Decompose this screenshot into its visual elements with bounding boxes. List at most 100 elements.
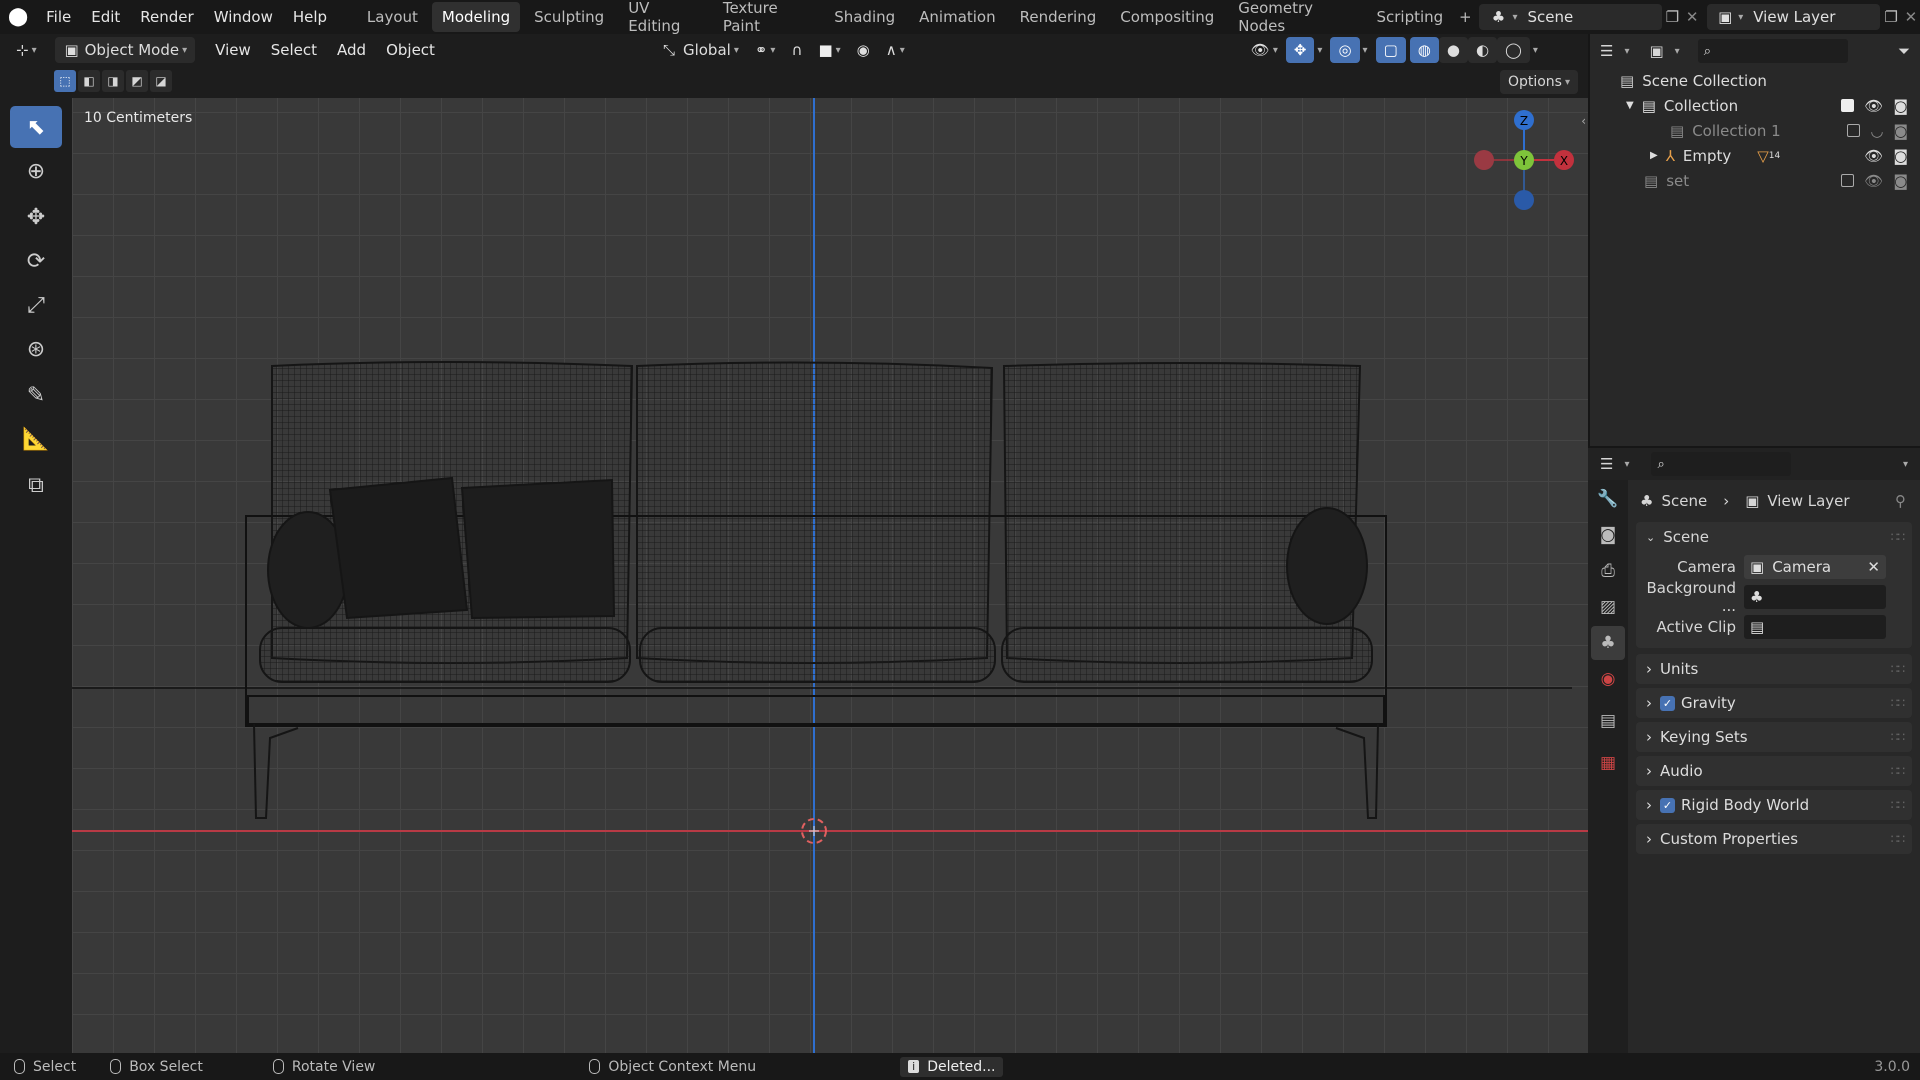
shading-wireframe-button[interactable]: ◍ bbox=[1409, 37, 1439, 63]
new-view-layer-icon[interactable]: ❐ bbox=[1880, 9, 1902, 25]
tab-view-layer[interactable]: ▨ bbox=[1591, 590, 1625, 624]
select-subtract-icon[interactable]: ◨ bbox=[102, 70, 124, 92]
outliner-row-empty[interactable]: ▶ ⅄ Empty ▽ 14 👁 ◙ bbox=[1590, 143, 1920, 168]
tab-scene[interactable]: ♣ bbox=[1591, 626, 1625, 660]
camera-icon[interactable]: ◙ bbox=[1893, 172, 1908, 190]
tab-rendering[interactable]: Rendering bbox=[1010, 2, 1107, 32]
background-scene-field[interactable]: ♣ bbox=[1744, 585, 1886, 609]
select-new-icon[interactable]: ⬚ bbox=[54, 70, 76, 92]
snap-target-button[interactable]: ■ ▾ bbox=[810, 37, 848, 63]
gravity-panel[interactable]: › ✓ Gravity ∷∷ bbox=[1636, 688, 1912, 718]
collapse-sidebar-icon[interactable]: ‹ bbox=[1581, 114, 1586, 128]
eye-closed-icon[interactable]: ◡ bbox=[1870, 122, 1883, 140]
tab-tool[interactable]: 🔧 bbox=[1591, 482, 1625, 516]
select-box-tool[interactable]: ⬉ bbox=[10, 106, 62, 148]
tab-shading[interactable]: Shading bbox=[824, 2, 905, 32]
add-workspace-icon[interactable]: + bbox=[1457, 9, 1473, 25]
tab-render[interactable]: ◙ bbox=[1591, 518, 1625, 552]
tab-compositing[interactable]: Compositing bbox=[1110, 2, 1224, 32]
select-intersect-icon[interactable]: ◪ bbox=[150, 70, 172, 92]
options-button[interactable]: Options ▾ bbox=[1499, 70, 1578, 94]
editor-type-icon[interactable]: ☰ bbox=[1600, 456, 1613, 472]
exclude-checkbox[interactable] bbox=[1841, 174, 1855, 187]
tab-world[interactable]: ◉ bbox=[1591, 662, 1625, 696]
shading-solid-button[interactable]: ● bbox=[1438, 37, 1468, 63]
3d-viewport[interactable]: 10 Centimeters Options ▾ Z X Y ‹ bbox=[72, 70, 1588, 1053]
select-invert-icon[interactable]: ◩ bbox=[126, 70, 148, 92]
tab-layout[interactable]: Layout bbox=[357, 2, 428, 32]
menu-render[interactable]: Render bbox=[130, 8, 203, 26]
expand-arrow-icon[interactable]: ▶ bbox=[1650, 150, 1658, 161]
drag-handle-icon[interactable]: ∷∷ bbox=[1891, 798, 1905, 812]
display-mode-icon[interactable]: ▣ bbox=[1649, 43, 1663, 59]
proportional-edit-toggle[interactable]: ◉ bbox=[849, 37, 878, 63]
audio-panel[interactable]: › Audio ∷∷ bbox=[1636, 756, 1912, 786]
blender-logo-icon[interactable]: ⬤ bbox=[0, 8, 36, 26]
exclude-checkbox[interactable] bbox=[1847, 124, 1861, 137]
editor-type-icon[interactable]: ☰ bbox=[1600, 43, 1613, 59]
tab-animation[interactable]: Animation bbox=[909, 2, 1005, 32]
menu-help[interactable]: Help bbox=[283, 8, 337, 26]
scene-panel-header[interactable]: ⌄ Scene ∷∷ bbox=[1636, 522, 1912, 552]
overlays-toggle[interactable]: ◎ bbox=[1330, 37, 1360, 63]
annotate-tool[interactable]: ✎ bbox=[10, 374, 62, 416]
menu-file[interactable]: File bbox=[36, 8, 81, 26]
snap-toggle[interactable]: ∩ bbox=[783, 37, 810, 63]
menu-view[interactable]: View bbox=[205, 41, 261, 59]
shading-material-button[interactable]: ◐ bbox=[1467, 37, 1498, 63]
drag-handle-icon[interactable]: ∷∷ bbox=[1891, 530, 1905, 544]
eye-icon[interactable]: 👁 bbox=[1864, 147, 1883, 165]
properties-search-input[interactable]: ⌕ bbox=[1651, 452, 1792, 476]
move-tool[interactable]: ✥ bbox=[10, 196, 62, 238]
eye-icon[interactable]: 👁 bbox=[1864, 97, 1883, 115]
editor-type-button[interactable]: ⊹ ▾ bbox=[8, 37, 45, 63]
filter-icon[interactable]: ⏷ bbox=[1898, 43, 1910, 59]
menu-window[interactable]: Window bbox=[204, 8, 283, 26]
clear-icon[interactable]: ✕ bbox=[1867, 558, 1880, 576]
overlays-menu-icon[interactable]: ▾ bbox=[1363, 45, 1368, 56]
menu-edit[interactable]: Edit bbox=[81, 8, 130, 26]
custom-properties-panel[interactable]: › Custom Properties ∷∷ bbox=[1636, 824, 1912, 854]
cursor-tool[interactable]: ⊕ bbox=[10, 150, 62, 192]
drag-handle-icon[interactable]: ∷∷ bbox=[1891, 832, 1905, 846]
rotate-tool[interactable]: ⟳ bbox=[10, 240, 62, 282]
pin-icon[interactable]: ⚲ bbox=[1895, 492, 1906, 510]
pivot-point-button[interactable]: ⚭ ▾ bbox=[747, 37, 784, 63]
menu-select[interactable]: Select bbox=[261, 41, 327, 59]
camera-icon[interactable]: ◙ bbox=[1893, 147, 1908, 165]
add-cube-tool[interactable]: ⧉ bbox=[10, 464, 62, 506]
outliner-row-scene-collection[interactable]: ▤ Scene Collection bbox=[1590, 68, 1920, 93]
outliner-row-collection[interactable]: ▼ ▤ Collection 👁 ◙ bbox=[1590, 93, 1920, 118]
shading-rendered-button[interactable]: ◯ bbox=[1497, 37, 1530, 63]
delete-scene-icon[interactable]: ✕ bbox=[1683, 9, 1701, 25]
keying-sets-panel[interactable]: › Keying Sets ∷∷ bbox=[1636, 722, 1912, 752]
shading-menu-icon[interactable]: ▾ bbox=[1533, 45, 1538, 56]
measure-tool[interactable]: 📐 bbox=[10, 418, 62, 460]
units-panel[interactable]: › Units ∷∷ bbox=[1636, 654, 1912, 684]
outliner-row-set[interactable]: ▤ set 👁 ◙ bbox=[1590, 168, 1920, 193]
tab-output[interactable]: ⎙ bbox=[1591, 554, 1625, 588]
exclude-checkbox[interactable] bbox=[1841, 99, 1855, 112]
drag-handle-icon[interactable]: ∷∷ bbox=[1891, 696, 1905, 710]
scene-selector[interactable]: ♣ ▾ Scene bbox=[1479, 4, 1662, 30]
xray-toggle[interactable]: ▢ bbox=[1375, 37, 1406, 63]
tab-modeling[interactable]: Modeling bbox=[431, 2, 521, 32]
tab-sculpting[interactable]: Sculpting bbox=[524, 2, 614, 32]
drag-handle-icon[interactable]: ∷∷ bbox=[1891, 662, 1905, 676]
falloff-button[interactable]: ∧ ▾ bbox=[878, 37, 913, 63]
camera-field[interactable]: ▣ Camera ✕ bbox=[1744, 555, 1886, 579]
eye-icon[interactable]: 👁 bbox=[1864, 172, 1883, 190]
tab-texture[interactable]: ▦ bbox=[1591, 746, 1625, 780]
drag-handle-icon[interactable]: ∷∷ bbox=[1891, 730, 1905, 744]
gravity-checkbox[interactable]: ✓ bbox=[1660, 695, 1675, 711]
report-message[interactable]: i Deleted... bbox=[900, 1056, 1004, 1077]
camera-icon[interactable]: ◙ bbox=[1893, 122, 1908, 140]
menu-add[interactable]: Add bbox=[327, 41, 376, 59]
visibility-button[interactable]: 👁 ▾ bbox=[1243, 37, 1286, 63]
drag-handle-icon[interactable]: ∷∷ bbox=[1891, 764, 1905, 778]
new-scene-icon[interactable]: ❐ bbox=[1662, 9, 1684, 25]
options-dropdown-icon[interactable]: ▾ bbox=[1903, 459, 1908, 470]
active-clip-field[interactable]: ▤ bbox=[1744, 615, 1886, 639]
delete-view-layer-icon[interactable]: ✕ bbox=[1902, 9, 1920, 25]
view-layer-selector[interactable]: ▣ ▾ View Layer bbox=[1707, 4, 1881, 30]
